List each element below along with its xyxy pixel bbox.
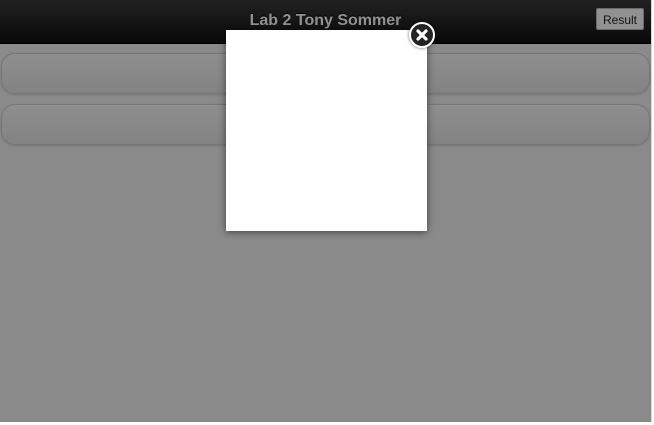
close-icon [416,29,428,41]
popup-close-button[interactable] [409,22,435,48]
app-window: Lab 2 Tony Sommer Result [0,0,652,422]
popup-dialog [226,30,427,231]
